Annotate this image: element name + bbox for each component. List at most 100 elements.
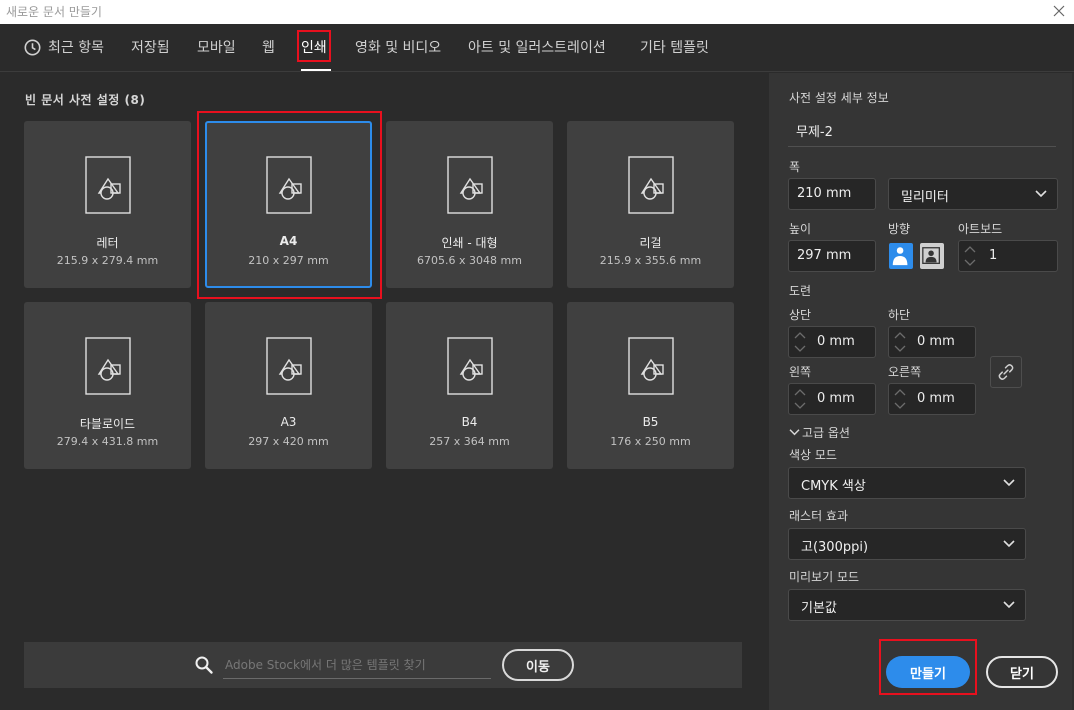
- raster-effects-value: 고(300ppi): [801, 540, 869, 555]
- document-icon: [628, 337, 674, 395]
- bleed-top-stepper[interactable]: 0 mm: [788, 326, 876, 358]
- active-tab-indicator: [301, 69, 331, 71]
- bleed-left-label: 왼쪽: [789, 365, 812, 379]
- preset-name: 레터: [96, 236, 119, 250]
- document-icon: [628, 156, 674, 214]
- preset-card-b5[interactable]: B5 176 x 250 mm: [567, 302, 734, 469]
- preset-size: 215.9 x 355.6 mm: [599, 254, 702, 267]
- preset-name: B4: [461, 415, 478, 429]
- stepper-arrows-icon[interactable]: [961, 243, 979, 269]
- height-field[interactable]: 297 mm: [788, 240, 876, 272]
- preset-name: 타블로이드: [79, 417, 136, 431]
- artboard-label: 아트보드: [958, 222, 1003, 236]
- document-icon: [447, 337, 493, 395]
- preview-mode-value: 기본값: [801, 601, 837, 616]
- preset-card-a3[interactable]: A3 297 x 420 mm: [205, 302, 372, 469]
- orientation-label: 방향: [888, 222, 911, 236]
- close-icon[interactable]: [1050, 2, 1068, 20]
- document-icon: [266, 337, 312, 395]
- bleed-bottom-value: 0 mm: [917, 334, 955, 349]
- artboard-stepper[interactable]: 1: [958, 240, 1058, 272]
- chevron-down-icon: [1035, 190, 1047, 198]
- bleed-right-label: 오른쪽: [888, 365, 922, 379]
- raster-effects-label: 래스터 효과: [789, 509, 849, 523]
- artboard-value: 1: [989, 248, 998, 263]
- landscape-icon: [922, 247, 940, 264]
- stepper-arrows-icon[interactable]: [791, 329, 809, 355]
- preset-name: A3: [280, 415, 297, 429]
- stepper-arrows-icon[interactable]: [891, 329, 909, 355]
- preset-size: 279.4 x 431.8 mm: [56, 435, 159, 448]
- preview-mode-dropdown[interactable]: 기본값: [788, 589, 1026, 621]
- preset-panel: 빈 문서 사전 설정 (8) 레터 215.9 x 279.4 mm A4 21…: [0, 73, 768, 710]
- tab-web[interactable]: 웹: [262, 37, 275, 57]
- create-button[interactable]: 만들기: [886, 656, 970, 688]
- portrait-icon: [892, 247, 908, 266]
- link-bleed-button[interactable]: [990, 356, 1022, 388]
- stock-search-bar: 이동: [24, 642, 742, 688]
- color-mode-label: 색상 모드: [789, 448, 837, 462]
- chevron-down-icon: [1003, 601, 1015, 609]
- document-name-field[interactable]: 무제-2: [788, 117, 1056, 147]
- preset-card-letter[interactable]: 레터 215.9 x 279.4 mm: [24, 121, 191, 288]
- bleed-left-stepper[interactable]: 0 mm: [788, 383, 876, 415]
- portrait-orientation-button[interactable]: [889, 243, 913, 269]
- preset-size: 297 x 420 mm: [248, 435, 329, 448]
- preset-name: B5: [642, 415, 659, 429]
- preset-name: 리걸: [639, 236, 662, 250]
- chevron-down-icon: [1003, 479, 1015, 487]
- preset-card-print-large[interactable]: 인쇄 - 대형 6705.6 x 3048 mm: [386, 121, 553, 288]
- search-icon: [195, 656, 213, 674]
- preset-card-b4[interactable]: B4 257 x 364 mm: [386, 302, 553, 469]
- tab-highlight-box: [297, 30, 331, 62]
- unit-value: 밀리미터: [901, 190, 949, 205]
- preset-highlight-box: [197, 111, 382, 299]
- link-icon: [998, 364, 1014, 380]
- stock-search-input[interactable]: [223, 651, 491, 679]
- bleed-left-value: 0 mm: [817, 391, 855, 406]
- bleed-right-stepper[interactable]: 0 mm: [888, 383, 976, 415]
- tab-saved[interactable]: 저장됨: [131, 37, 170, 57]
- clock-icon: [24, 39, 41, 56]
- bleed-bottom-stepper[interactable]: 0 mm: [888, 326, 976, 358]
- stepper-arrows-icon[interactable]: [791, 386, 809, 412]
- height-label: 높이: [789, 222, 812, 236]
- landscape-orientation-button[interactable]: [920, 243, 944, 269]
- advanced-options-toggle[interactable]: 고급 옵션: [789, 424, 850, 441]
- color-mode-dropdown[interactable]: CMYK 색상: [788, 467, 1026, 499]
- preset-details-panel: 사전 설정 세부 정보 무제-2 폭 210 mm 밀리미터 높이 방향 아트보…: [769, 73, 1074, 710]
- close-button[interactable]: 닫기: [986, 656, 1058, 688]
- unit-dropdown[interactable]: 밀리미터: [888, 178, 1058, 210]
- stepper-arrows-icon[interactable]: [891, 386, 909, 412]
- bleed-top-label: 상단: [789, 308, 812, 322]
- bleed-bottom-label: 하단: [888, 308, 911, 322]
- tab-other-templates[interactable]: 기타 템플릿: [640, 37, 709, 57]
- bleed-right-value: 0 mm: [917, 391, 955, 406]
- preset-section-title: 빈 문서 사전 설정 (8): [25, 93, 146, 107]
- preset-size: 215.9 x 279.4 mm: [56, 254, 159, 267]
- preset-name: 인쇄 - 대형: [441, 236, 498, 250]
- window-title: 새로운 문서 만들기: [6, 5, 102, 19]
- tab-recent[interactable]: 최근 항목: [48, 37, 104, 57]
- tab-film-video[interactable]: 영화 및 비디오: [355, 37, 441, 57]
- chevron-down-icon: [789, 429, 800, 436]
- raster-effects-dropdown[interactable]: 고(300ppi): [788, 528, 1026, 560]
- go-button[interactable]: 이동: [502, 649, 574, 681]
- preset-card-legal[interactable]: 리걸 215.9 x 355.6 mm: [567, 121, 734, 288]
- preset-size: 176 x 250 mm: [610, 435, 691, 448]
- preset-card-tabloid[interactable]: 타블로이드 279.4 x 431.8 mm: [24, 302, 191, 469]
- preset-size: 6705.6 x 3048 mm: [417, 254, 522, 267]
- color-mode-value: CMYK 색상: [801, 479, 866, 494]
- chevron-down-icon: [1003, 540, 1015, 548]
- bleed-top-value: 0 mm: [817, 334, 855, 349]
- document-icon: [85, 156, 131, 214]
- preset-size: 257 x 364 mm: [429, 435, 510, 448]
- tab-bar: 최근 항목 저장됨 모바일 웹 인쇄 영화 및 비디오 아트 및 일러스트레이션…: [0, 24, 1074, 72]
- width-field[interactable]: 210 mm: [788, 178, 876, 210]
- tab-mobile[interactable]: 모바일: [197, 37, 236, 57]
- bleed-label: 도련: [789, 284, 812, 298]
- document-icon: [85, 337, 131, 395]
- tab-art-illustration[interactable]: 아트 및 일러스트레이션: [468, 37, 606, 57]
- width-label: 폭: [789, 160, 801, 174]
- preview-mode-label: 미리보기 모드: [789, 570, 860, 584]
